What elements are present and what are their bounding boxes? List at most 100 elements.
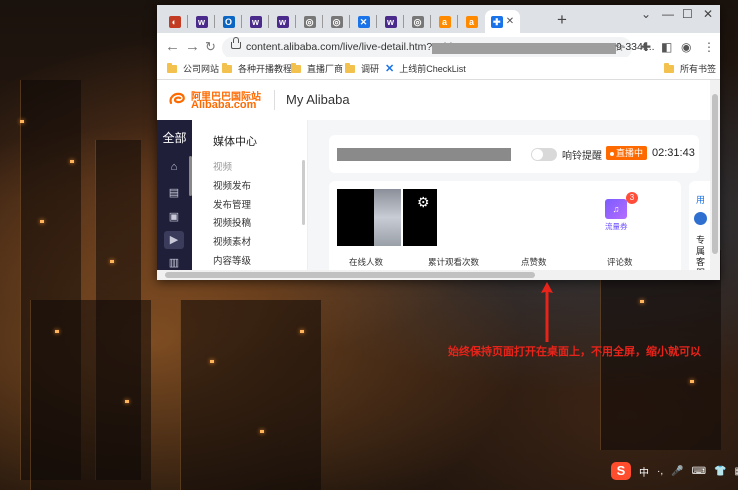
site-header: 阿里巴巴国际站 Alibaba.com My Alibaba <box>157 80 710 121</box>
stat-label: 评论数 <box>607 257 633 267</box>
chart-icon[interactable]: ▥ <box>166 256 182 270</box>
stat-label: 在线人数 <box>349 257 384 267</box>
browser-tab[interactable]: ◐ <box>161 10 188 33</box>
browser-tab[interactable]: O <box>215 10 242 33</box>
gear-icon[interactable]: ⚙ <box>417 194 430 211</box>
bookmark-folder[interactable]: 各种开播教程 <box>222 62 292 75</box>
wallpaper-light <box>40 220 44 223</box>
punctuation-icon[interactable]: ·, <box>657 466 663 477</box>
horizontal-scrollbar[interactable] <box>157 270 710 280</box>
alibaba-logo-icon <box>169 92 185 105</box>
folder-icon <box>664 62 674 73</box>
close-window-button[interactable]: ✕ <box>703 7 713 21</box>
bookmark-label: 调研 <box>361 64 380 74</box>
close-tab-icon[interactable]: ✕ <box>506 16 514 27</box>
service-card: 用 专 属 客 服 <box>689 181 710 280</box>
live-title-redacted <box>337 148 511 161</box>
header-divider <box>274 90 275 110</box>
wallpaper-light <box>125 400 129 403</box>
bell-toggle[interactable] <box>531 148 557 161</box>
coupon-icon[interactable]: ♫ <box>605 199 627 219</box>
chevron-down-icon[interactable]: ⌄ <box>641 7 651 21</box>
browser-tab[interactable]: w <box>188 10 215 33</box>
video-redacted <box>374 189 401 246</box>
bookmark-link[interactable]: ✕ 上线前CheckList <box>385 62 466 75</box>
bookmark-folder[interactable]: 公司网站 <box>167 62 219 75</box>
address-bar[interactable]: content.alibaba.com/live/live-detail.htm… <box>222 37 655 59</box>
submenu-item[interactable]: 视频发布 <box>213 178 251 192</box>
globe-icon: ◎ <box>330 15 343 28</box>
bookmark-label: 直播厂商 <box>307 64 344 74</box>
left-nav: 全部 ⌂ ▤ ▣ ▶ ▥ <box>157 120 192 280</box>
x-icon: ✕ <box>357 15 370 28</box>
wallpaper-light <box>110 260 114 263</box>
sogou-ime-icon[interactable]: S <box>611 462 631 480</box>
folder-icon <box>345 62 355 73</box>
submenu: 媒体中心 视频 视频发布 发布管理 视频投稿 视频素材 内容等级 <box>192 120 308 280</box>
toolbox-icon[interactable]: ▦ <box>734 466 738 477</box>
maximize-button[interactable]: ☐ <box>682 7 693 21</box>
store-icon[interactable]: ▤ <box>166 186 182 200</box>
bookmark-star-icon[interactable]: ☆ <box>614 40 625 54</box>
submenu-scrollbar[interactable] <box>302 160 305 225</box>
live-video-preview[interactable]: ⚙ <box>337 189 437 246</box>
submenu-item[interactable]: 视频素材 <box>213 234 251 248</box>
submenu-heading: 媒体中心 <box>213 136 257 148</box>
new-tab-button[interactable]: + <box>557 10 567 30</box>
bookmark-label: 各种开播教程 <box>238 64 293 74</box>
browser-tab[interactable]: a <box>458 10 485 33</box>
extensions-icon[interactable]: ✚ <box>641 40 651 54</box>
scrollbar-thumb[interactable] <box>712 94 718 254</box>
extension-icon: ✚ <box>490 15 503 28</box>
bookmark-folder[interactable]: 直播厂商 <box>291 62 343 75</box>
nav-all[interactable]: 全部 <box>157 124 192 152</box>
submenu-item[interactable]: 内容等级 <box>213 253 251 267</box>
wallpaper-light <box>300 330 304 333</box>
browser-tab[interactable]: ◎ <box>404 10 431 33</box>
microphone-icon[interactable]: 🎤 <box>671 466 683 477</box>
back-button[interactable]: ← <box>165 39 180 55</box>
bookmark-folder[interactable]: 调研 <box>345 62 379 75</box>
side-panel-icon[interactable]: ◧ <box>661 40 672 54</box>
alibaba-icon: a <box>465 15 478 28</box>
tab-bar: ◐ w Ow w ◎ ◎ ✕ w ◎ a a ✚ ✕ + ⌄ — ☐ ✕ <box>157 5 720 33</box>
minimize-button[interactable]: — <box>662 7 674 21</box>
calendar-icon[interactable]: ▣ <box>166 210 182 224</box>
submenu-item[interactable]: 视频投稿 <box>213 215 251 229</box>
page-title[interactable]: My Alibaba <box>286 92 350 107</box>
profile-avatar-icon[interactable]: ◉ <box>681 40 691 54</box>
browser-tab[interactable]: ◎ <box>296 10 323 33</box>
arrow-up-icon <box>541 282 553 342</box>
wallpaper-building <box>30 300 151 490</box>
bookmark-label: 上线前CheckList <box>399 64 466 74</box>
wallpaper-light <box>690 380 694 383</box>
browser-tab[interactable]: ✕ <box>350 10 377 33</box>
avatar <box>694 212 707 225</box>
live-content: 响铃提醒 直播中 02:31:43 ⚙ ♫ 3 流量券 在线人数 1 累计观看次… <box>308 120 710 280</box>
wallpaper-light <box>260 430 264 433</box>
browser-tab[interactable]: w <box>242 10 269 33</box>
folder-icon <box>167 62 177 73</box>
browser-tab[interactable]: ◎ <box>323 10 350 33</box>
service-link[interactable]: 用 <box>696 193 705 206</box>
browser-tab[interactable]: w <box>269 10 296 33</box>
vertical-scrollbar[interactable] <box>710 80 720 280</box>
other-bookmarks[interactable]: 所有书签 <box>664 62 716 75</box>
menu-icon[interactable]: ⋮ <box>703 40 715 54</box>
bookmark-label: 所有书签 <box>680 64 717 74</box>
skin-icon[interactable]: 👕 <box>714 466 726 477</box>
chinese-mode-icon[interactable]: 中 <box>639 464 649 479</box>
reload-button[interactable]: ↻ <box>205 39 216 55</box>
w-icon: w <box>195 15 208 28</box>
browser-tab[interactable]: a <box>431 10 458 33</box>
submenu-item[interactable]: 发布管理 <box>213 197 251 211</box>
keyboard-icon[interactable]: ⌨ <box>692 466 706 477</box>
ime-tray: S 中 ·, 🎤 ⌨ 👕 ▦ <box>611 461 738 481</box>
browser-tab[interactable]: ✚ ✕ <box>485 10 520 33</box>
forward-button[interactable]: → <box>185 39 200 55</box>
live-status-badge: 直播中 <box>606 146 648 160</box>
video-icon[interactable]: ▶ <box>164 231 184 249</box>
home-icon[interactable]: ⌂ <box>166 160 182 174</box>
scrollbar-thumb[interactable] <box>165 272 535 278</box>
browser-tab[interactable]: w <box>377 10 404 33</box>
